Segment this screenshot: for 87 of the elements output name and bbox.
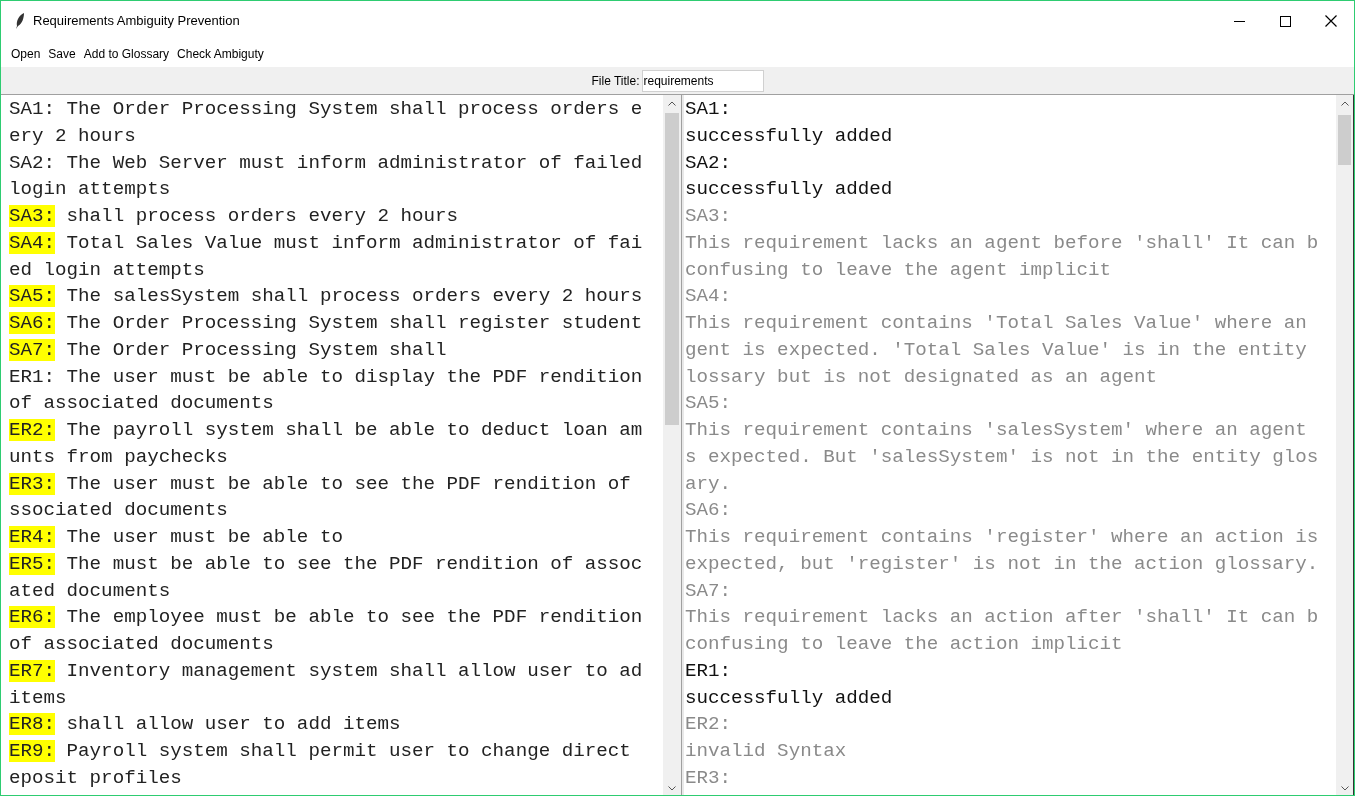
result-message: gent is expected. 'Total Sales Value' is in the entity [685,338,1307,361]
highlighted-requirement-id: SA5: [9,285,56,308]
highlighted-requirement-id: ER6: [9,606,56,629]
feather-icon [15,12,25,30]
result-message: This requirement contains 'salesSystem' where an agent [685,419,1307,441]
requirement-text: login attempts [9,178,171,201]
result-id: SA6: [685,499,732,522]
result-message: This requirement lacks an action after 'shall' It can b [685,606,1319,629]
menu-item[interactable]: Check Ambiguty [173,45,268,63]
result-id: SA7: [685,579,732,602]
menu-item[interactable]: Open [7,45,45,63]
requirement-text: The Order Processing System shall [66,338,447,361]
highlighted-requirement-id: SA3: [9,205,56,227]
scroll-up-icon [1341,101,1349,106]
result-id: SA2: [685,151,732,174]
result-id: SA4: [685,285,732,308]
requirement-text: Payroll system shall permit user to change direct [66,740,631,762]
highlighted-requirement-id: ER7: [9,659,56,682]
maximize-icon [1279,15,1291,27]
result-message: confusing to leave the agent implicit [685,258,1112,281]
result-id: ER1: [685,659,732,682]
scrollbar[interactable] [1336,95,1354,795]
requirement-text: The Order Processing System shall process orders e [66,98,643,120]
result-id: ER2: [685,713,732,736]
highlighted-requirement-id: ER3: [9,472,56,495]
result-message: This requirement lacks an agent before 'shall' It can b [685,231,1319,254]
highlighted-requirement-id: SA7: [9,338,56,361]
result-message: invalid Syntax [685,740,847,762]
highlighted-requirement-id: ER2: [9,419,56,441]
result-message: successfully added [685,124,893,147]
highlighted-requirement-id: ER9: [9,740,56,762]
result-id: SA5: [685,392,732,415]
requirement-text: Inventory management system shall allow user to ad [66,659,643,682]
requirement-text: shall process orders every 2 hours [66,205,459,227]
scrollbar[interactable] [663,95,681,795]
minimize-icon [1233,20,1245,22]
highlighted-requirement-id: ER4: [9,526,56,548]
requirement-text: shall allow user to add items [66,713,401,736]
requirement-text: The user must be able to [66,526,343,548]
file-title-label: File Title: [591,72,640,90]
result-message: ary. [685,472,732,495]
requirement-text: Total Sales Value must inform administrator of fai [66,231,643,254]
result-id: SA1: [685,98,732,120]
requirement-text: The user must be able to display the PDF rendition [66,365,643,388]
file-title-field[interactable]: requirements [641,69,764,92]
requirement-id: SA1: [9,98,56,120]
requirement-id: ER1: [9,365,56,388]
result-message: confusing to leave the action implicit [685,633,1123,655]
requirement-text: ed login attempts [9,258,205,281]
highlighted-requirement-id: ER5: [9,552,56,575]
highlighted-requirement-id: ER8: [9,713,56,736]
requirement-id: SA2: [9,151,56,174]
result-message: expected, but 'register' is not in the action glossary. [685,552,1319,575]
menu-item[interactable]: Save [44,45,80,63]
menu-item[interactable]: Add to Glossary [79,45,174,63]
result-message: lossary but is not designated as an agent [685,365,1158,388]
result-message: s expected. But 'salesSystem' is not in the entity glos [685,445,1319,468]
close-icon [1325,15,1337,27]
requirement-text: The Order Processing System shall register student [66,312,643,334]
requirement-text: The must be able to see the PDF rendition of assoc [66,552,643,575]
requirement-text: ssociated documents [9,499,228,522]
requirement-text: eposit profiles [9,766,182,789]
requirement-text: of associated documents [9,633,274,655]
requirement-text: unts from paychecks [9,445,228,468]
result-message: This requirement contains 'register' where an action is [685,526,1319,548]
scroll-down-icon [1341,786,1349,791]
window-title: Requirements Ambiguity Prevention [33,12,240,31]
result-id: SA3: [685,205,732,227]
result-message: successfully added [685,178,893,201]
requirement-text: ery 2 hours [9,124,136,147]
requirement-text: The salesSystem shall process orders every 2 hours [66,285,643,308]
requirement-text: ated documents [9,579,171,602]
requirement-text: The Web Server must inform administrator of failed [66,151,643,174]
scroll-down-icon [668,786,676,791]
scrollbar-thumb[interactable] [1338,115,1351,165]
highlighted-requirement-id: SA6: [9,312,56,334]
requirement-text: The employee must be able to see the PDF rendition [66,606,643,629]
result-message: successfully added [685,686,893,709]
scrollbar-thumb[interactable] [665,113,679,425]
highlighted-requirement-id: SA4: [9,231,56,254]
scroll-up-icon [668,101,676,106]
requirement-text: The user must be able to see the PDF rendition of [66,472,631,495]
result-id: ER3: [685,766,732,789]
requirement-text: The payroll system shall be able to deduct loan am [66,419,643,441]
result-message: This requirement contains 'Total Sales Value' where an [685,312,1307,334]
requirement-text: items [9,686,67,709]
requirement-text: of associated documents [9,392,274,415]
